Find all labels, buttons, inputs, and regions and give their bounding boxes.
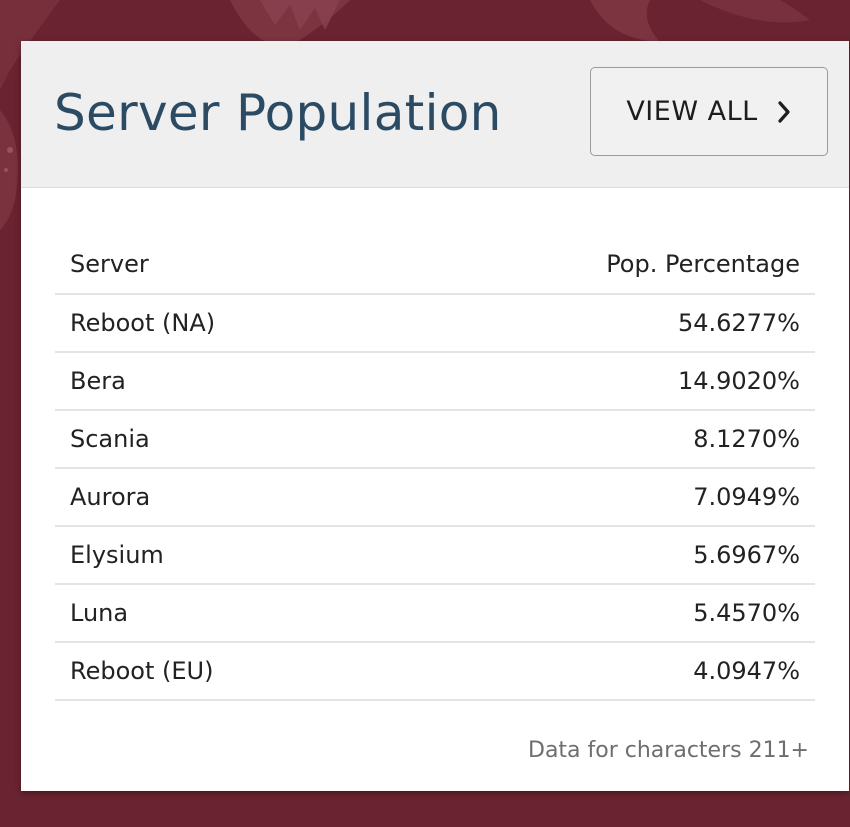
table-row: Reboot (EU) 4.0947% bbox=[55, 642, 815, 701]
server-name: Aurora bbox=[55, 468, 389, 527]
server-name: Elysium bbox=[55, 526, 389, 585]
column-header-server: Server bbox=[55, 228, 389, 295]
table-row: Bera 14.9020% bbox=[55, 352, 815, 411]
population-percentage: 4.0947% bbox=[388, 642, 815, 701]
data-footnote: Data for characters 211+ bbox=[528, 738, 809, 763]
server-population-table: Server Pop. Percentage Reboot (NA) 54.62… bbox=[55, 228, 815, 701]
table-row: Reboot (NA) 54.6277% bbox=[55, 294, 815, 353]
population-percentage: 5.6967% bbox=[388, 526, 815, 585]
population-percentage: 8.1270% bbox=[388, 410, 815, 469]
server-name: Reboot (EU) bbox=[55, 642, 389, 701]
table-row: Luna 5.4570% bbox=[55, 584, 815, 643]
card-title: Server Population bbox=[54, 84, 502, 142]
table-row: Aurora 7.0949% bbox=[55, 468, 815, 527]
table-header-row: Server Pop. Percentage bbox=[55, 228, 815, 295]
view-all-label: VIEW ALL bbox=[626, 96, 758, 127]
server-name: Bera bbox=[55, 352, 389, 411]
server-name: Scania bbox=[55, 410, 389, 469]
population-percentage: 5.4570% bbox=[388, 584, 815, 643]
server-population-card: Server Population VIEW ALL Server Pop. P… bbox=[21, 41, 849, 791]
population-percentage: 14.9020% bbox=[388, 352, 815, 411]
table-row: Elysium 5.6967% bbox=[55, 526, 815, 585]
population-percentage: 7.0949% bbox=[388, 468, 815, 527]
chevron-right-icon bbox=[778, 100, 790, 123]
view-all-button[interactable]: VIEW ALL bbox=[590, 67, 828, 156]
population-percentage: 54.6277% bbox=[388, 294, 815, 353]
server-name: Luna bbox=[55, 584, 389, 643]
column-header-percentage: Pop. Percentage bbox=[388, 228, 815, 295]
card-header: Server Population VIEW ALL bbox=[21, 41, 849, 188]
server-name: Reboot (NA) bbox=[55, 294, 389, 353]
table-row: Scania 8.1270% bbox=[55, 410, 815, 469]
